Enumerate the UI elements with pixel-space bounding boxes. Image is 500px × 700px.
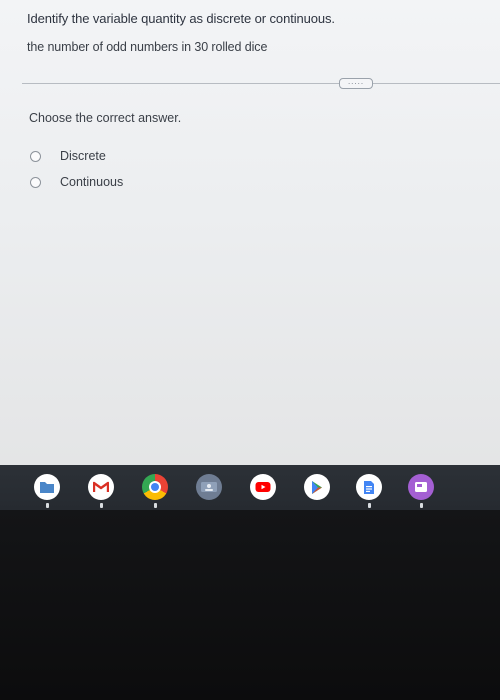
- answer-option-discrete[interactable]: Discrete: [30, 149, 106, 163]
- gmail-app-button[interactable]: [88, 474, 114, 500]
- play-store-icon: [312, 480, 322, 494]
- section-divider: [22, 83, 500, 84]
- screencast-app-button[interactable]: [408, 474, 434, 500]
- app-running-indicator: [100, 503, 103, 508]
- app-running-indicator: [46, 503, 49, 508]
- question-text: the number of odd numbers in 30 rolled d…: [27, 40, 268, 54]
- app-running-indicator: [368, 503, 371, 508]
- answer-option-continuous[interactable]: Continuous: [30, 175, 123, 189]
- answer-option-label: Discrete: [60, 149, 106, 163]
- ellipsis-icon: .....: [347, 77, 365, 86]
- app-running-indicator: [420, 503, 423, 508]
- classroom-icon: [201, 482, 217, 492]
- docs-app-button[interactable]: [356, 474, 382, 500]
- answer-option-label: Continuous: [60, 175, 124, 189]
- chrome-icon: [149, 481, 161, 493]
- chrome-app-button[interactable]: [142, 474, 168, 500]
- app-running-indicator: [154, 503, 157, 508]
- files-app-button[interactable]: [34, 474, 60, 500]
- screen: Identify the variable quantity as discre…: [0, 0, 500, 700]
- gmail-icon: [93, 481, 109, 492]
- expand-more-button[interactable]: .....: [339, 78, 373, 89]
- dark-bezel-area: [0, 510, 500, 700]
- files-icon: [40, 482, 54, 493]
- answer-instruction: Choose the correct answer.: [29, 111, 182, 125]
- docs-icon: [364, 480, 374, 494]
- radio-button-icon[interactable]: [30, 176, 41, 188]
- radio-button-icon[interactable]: [30, 150, 41, 162]
- youtube-icon: [255, 482, 271, 492]
- question-prompt: Identify the variable quantity as discre…: [27, 11, 335, 26]
- play-store-app-button[interactable]: [304, 474, 330, 500]
- question-panel: Identify the variable quantity as discre…: [0, 0, 500, 465]
- screencast-icon: [415, 482, 427, 492]
- youtube-app-button[interactable]: [250, 474, 276, 500]
- classroom-app-button[interactable]: [196, 474, 222, 500]
